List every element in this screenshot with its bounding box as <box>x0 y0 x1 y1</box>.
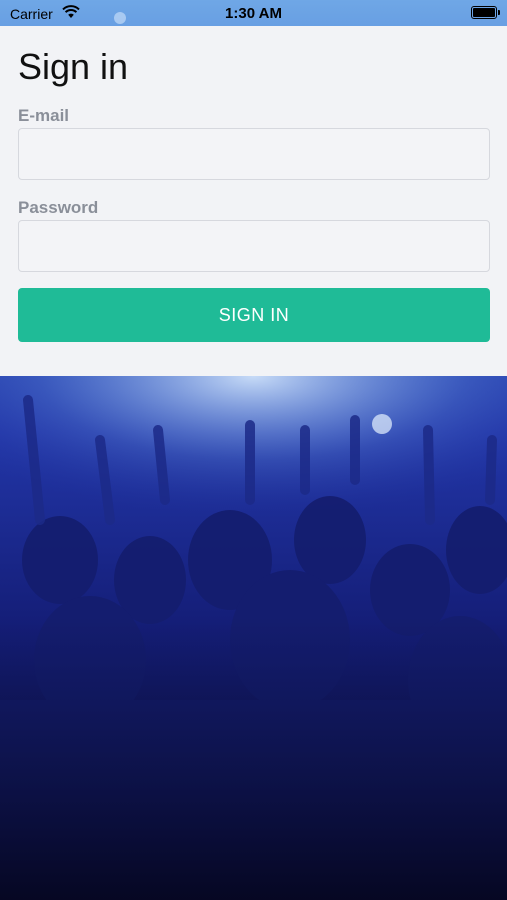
battery-icon <box>471 6 500 19</box>
password-field[interactable] <box>18 220 490 272</box>
sign-in-screen: Carrier 1:30 AM Sign in E-mail Password … <box>0 0 507 900</box>
email-field[interactable] <box>18 128 490 180</box>
sign-in-button[interactable]: SIGN IN <box>18 288 490 342</box>
page-title: Sign in <box>18 46 129 87</box>
sign-in-form: Sign in E-mail Password SIGN IN <box>0 26 507 376</box>
password-label: Password <box>18 198 99 217</box>
clock-time: 1:30 AM <box>225 5 282 22</box>
email-label: E-mail <box>18 106 70 125</box>
status-bar: Carrier 1:30 AM <box>0 0 507 26</box>
